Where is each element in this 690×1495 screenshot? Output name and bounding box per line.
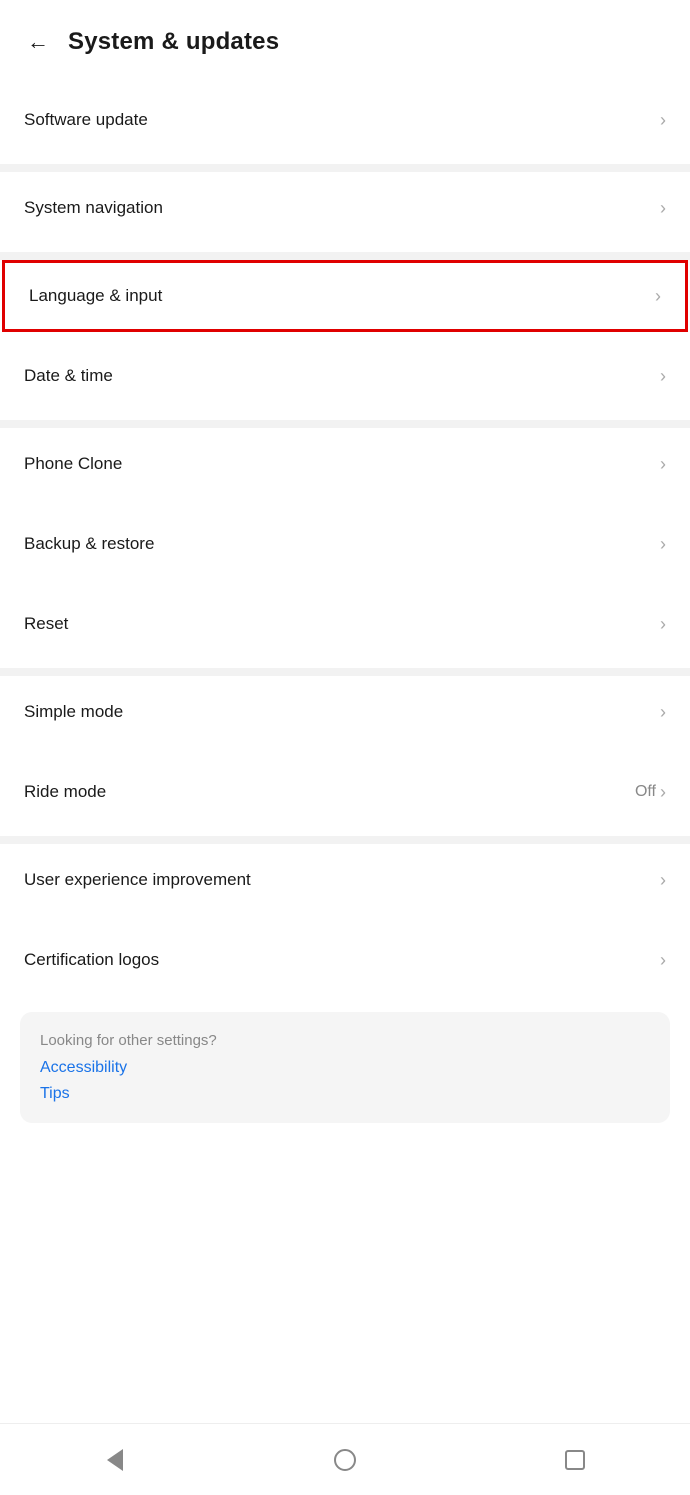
settings-item-user-experience[interactable]: User experience improvement › <box>0 844 690 916</box>
group-user-experience: User experience improvement › <box>0 844 690 916</box>
item-right-certification-logos: › <box>660 951 666 969</box>
back-button[interactable]: ← <box>16 20 60 64</box>
chevron-icon-language-input: › <box>655 287 661 305</box>
group-phone-clone: Phone Clone › <box>0 428 690 500</box>
item-right-software-update: › <box>660 111 666 129</box>
chevron-icon-date-time: › <box>660 367 666 385</box>
divider-3 <box>0 420 690 428</box>
settings-item-simple-mode[interactable]: Simple mode › <box>0 676 690 748</box>
nav-recents-icon <box>565 1450 585 1470</box>
divider-2 <box>0 252 690 260</box>
group-language: Language & input › <box>0 260 690 332</box>
chevron-icon-software-update: › <box>660 111 666 129</box>
settings-item-software-update[interactable]: Software update › <box>0 84 690 156</box>
item-label-date-time: Date & time <box>24 366 113 386</box>
back-arrow-icon: ← <box>27 29 49 55</box>
nav-back-button[interactable] <box>91 1436 139 1484</box>
item-right-phone-clone: › <box>660 455 666 473</box>
settings-list: Software update › System navigation › La… <box>0 84 690 1423</box>
accessibility-link[interactable]: Accessibility <box>40 1059 650 1077</box>
group-ride-mode: Ride mode Off › <box>0 756 690 828</box>
item-label-reset: Reset <box>24 614 68 634</box>
item-right-simple-mode: › <box>660 703 666 721</box>
settings-item-certification-logos[interactable]: Certification logos › <box>0 924 690 996</box>
group-backup: Backup & restore › <box>0 508 690 580</box>
item-right-language-input: › <box>655 287 661 305</box>
chevron-icon-phone-clone: › <box>660 455 666 473</box>
settings-item-reset[interactable]: Reset › <box>0 588 690 660</box>
settings-item-language-input[interactable]: Language & input › <box>2 260 688 332</box>
divider-1 <box>0 164 690 172</box>
item-label-phone-clone: Phone Clone <box>24 454 122 474</box>
chevron-icon-simple-mode: › <box>660 703 666 721</box>
group-software: Software update › <box>0 84 690 156</box>
item-label-language-input: Language & input <box>29 286 162 306</box>
divider-4 <box>0 668 690 676</box>
chevron-icon-user-experience: › <box>660 871 666 889</box>
nav-recents-button[interactable] <box>551 1436 599 1484</box>
chevron-icon-system-navigation: › <box>660 199 666 217</box>
item-right-backup-restore: › <box>660 535 666 553</box>
suggestions-card: Looking for other settings? Accessibilit… <box>20 1012 670 1123</box>
page-title: System & updates <box>68 28 279 56</box>
nav-back-icon <box>107 1449 123 1471</box>
item-label-software-update: Software update <box>24 110 148 130</box>
item-label-ride-mode: Ride mode <box>24 782 106 802</box>
tips-link[interactable]: Tips <box>40 1085 650 1103</box>
group-datetime: Date & time › <box>0 340 690 412</box>
settings-item-ride-mode[interactable]: Ride mode Off › <box>0 756 690 828</box>
nav-home-icon <box>334 1449 356 1471</box>
divider-5 <box>0 836 690 844</box>
chevron-icon-certification-logos: › <box>660 951 666 969</box>
chevron-icon-ride-mode: › <box>660 783 666 801</box>
nav-home-button[interactable] <box>321 1436 369 1484</box>
chevron-icon-backup-restore: › <box>660 535 666 553</box>
item-right-user-experience: › <box>660 871 666 889</box>
item-right-system-navigation: › <box>660 199 666 217</box>
navigation-bar <box>0 1423 690 1495</box>
settings-item-backup-restore[interactable]: Backup & restore › <box>0 508 690 580</box>
item-right-reset: › <box>660 615 666 633</box>
item-label-backup-restore: Backup & restore <box>24 534 154 554</box>
group-certification: Certification logos › <box>0 924 690 996</box>
item-value-ride-mode: Off <box>635 783 656 801</box>
chevron-icon-reset: › <box>660 615 666 633</box>
item-label-simple-mode: Simple mode <box>24 702 123 722</box>
item-right-date-time: › <box>660 367 666 385</box>
group-navigation: System navigation › <box>0 172 690 244</box>
item-label-system-navigation: System navigation <box>24 198 163 218</box>
settings-item-phone-clone[interactable]: Phone Clone › <box>0 428 690 500</box>
group-simple-mode: Simple mode › <box>0 676 690 748</box>
settings-item-date-time[interactable]: Date & time › <box>0 340 690 412</box>
header: ← System & updates <box>0 0 690 84</box>
group-reset: Reset › <box>0 588 690 660</box>
item-right-ride-mode: Off › <box>635 783 666 801</box>
settings-item-system-navigation[interactable]: System navigation › <box>0 172 690 244</box>
suggestions-title: Looking for other settings? <box>40 1032 650 1049</box>
item-label-certification-logos: Certification logos <box>24 950 159 970</box>
item-label-user-experience: User experience improvement <box>24 870 251 890</box>
